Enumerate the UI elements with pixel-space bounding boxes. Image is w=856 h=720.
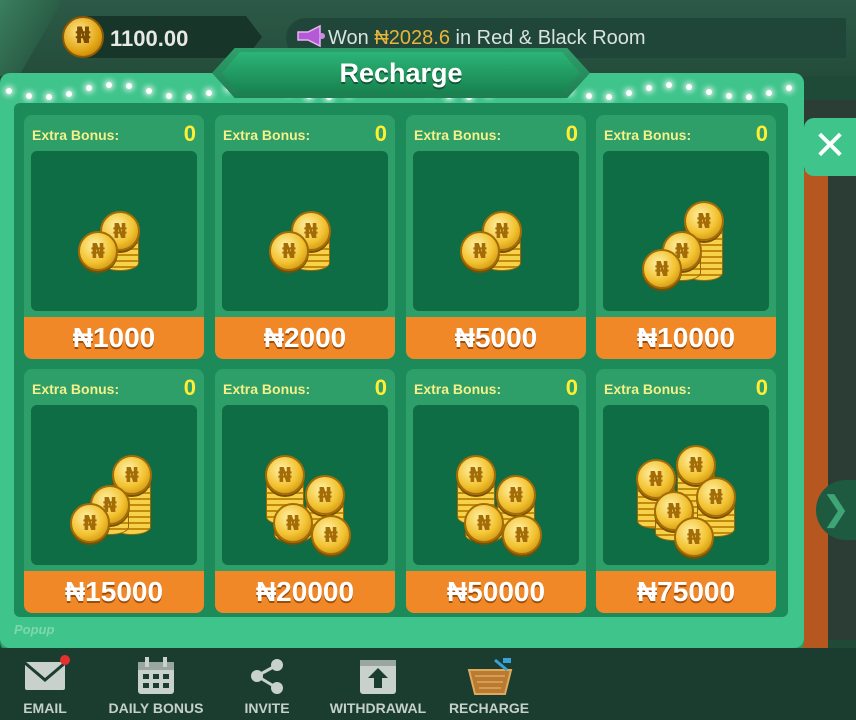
- recharge-card[interactable]: Extra Bonus: 0 ₦ ₦ ₦ ₦ ₦ ₦75000: [596, 369, 776, 613]
- price-button[interactable]: ₦15000: [24, 571, 204, 613]
- megaphone-icon: [296, 24, 328, 50]
- coin-stack-icon: ₦ ₦ ₦: [31, 405, 197, 565]
- price-button[interactable]: ₦75000: [596, 571, 776, 613]
- recharge-card[interactable]: Extra Bonus: 0 ₦ ₦ ₦ ₦ ₦50000: [406, 369, 586, 613]
- popup-title: Recharge: [339, 58, 463, 88]
- extra-bonus-label: Extra Bonus:: [32, 127, 120, 143]
- price-button[interactable]: ₦10000: [596, 317, 776, 359]
- coin-stack-icon: ₦ ₦ ₦ ₦: [413, 405, 579, 565]
- nav-withdrawal[interactable]: WITHDRAWAL: [318, 648, 438, 720]
- recharge-card[interactable]: Extra Bonus: 0 ₦ ₦ ₦ ₦ ₦20000: [215, 369, 395, 613]
- extra-bonus-value: 0: [374, 375, 387, 400]
- coin-stack-icon: ₦ ₦ ₦ ₦ ₦: [603, 405, 769, 565]
- nav-label: INVITE: [244, 700, 290, 716]
- nav-daily-bonus[interactable]: DAILY BONUS: [96, 648, 216, 720]
- basket-icon: [465, 656, 513, 696]
- coin-stack-icon: ₦ ₦ ₦: [603, 151, 769, 311]
- extra-bonus-label: Extra Bonus:: [604, 127, 692, 143]
- extra-bonus-value: 0: [183, 121, 196, 146]
- extra-bonus-value: 0: [755, 121, 768, 146]
- extra-bonus-value: 0: [374, 121, 387, 146]
- extra-bonus-label: Extra Bonus:: [414, 381, 502, 397]
- price-button[interactable]: ₦20000: [215, 571, 395, 613]
- announcement-text: Won ₦2028.6 in Red & Black Room: [328, 27, 646, 49]
- naira-coin-icon: ₦: [62, 16, 104, 58]
- background-room-panel: ❯: [800, 100, 856, 660]
- withdraw-icon: [356, 656, 400, 696]
- nav-label: WITHDRAWAL: [329, 700, 427, 716]
- extra-bonus-label: Extra Bonus:: [32, 381, 120, 397]
- extra-bonus-label: Extra Bonus:: [223, 381, 311, 397]
- extra-bonus-value: 0: [565, 121, 578, 146]
- price-button[interactable]: ₦50000: [406, 571, 586, 613]
- recharge-card[interactable]: Extra Bonus: 0 ₦ ₦ ₦ ₦10000: [596, 115, 776, 359]
- nav-label: EMAIL: [23, 700, 67, 716]
- nav-label: RECHARGE: [448, 700, 530, 716]
- coin-stack-icon: ₦ ₦: [413, 151, 579, 311]
- popup-watermark: Popup: [14, 622, 55, 637]
- nav-label: DAILY BONUS: [108, 700, 204, 716]
- price-button[interactable]: ₦5000: [406, 317, 586, 359]
- recharge-card[interactable]: Extra Bonus: 0 ₦ ₦ ₦2000: [215, 115, 395, 359]
- extra-bonus-value: 0: [183, 375, 196, 400]
- extra-bonus-value: 0: [755, 375, 768, 400]
- extra-bonus-value: 0: [565, 375, 578, 400]
- notification-badge: [60, 655, 70, 665]
- extra-bonus-label: Extra Bonus:: [414, 127, 502, 143]
- recharge-card[interactable]: Extra Bonus: 0 ₦ ₦ ₦ ₦15000: [24, 369, 204, 613]
- price-button[interactable]: ₦2000: [215, 317, 395, 359]
- menu-corner[interactable]: [0, 0, 60, 76]
- recharge-card[interactable]: Extra Bonus: 0 ₦ ₦ ₦5000: [406, 115, 586, 359]
- extra-bonus-label: Extra Bonus:: [223, 127, 311, 143]
- nav-email[interactable]: EMAIL: [0, 648, 105, 720]
- coin-stack-icon: ₦ ₦: [31, 151, 197, 311]
- balance-value: 1100.00: [110, 26, 189, 51]
- recharge-card[interactable]: Extra Bonus: 0 ₦ ₦ ₦1000: [24, 115, 204, 359]
- coin-stack-icon: ₦ ₦: [222, 151, 388, 311]
- share-icon: [245, 656, 289, 696]
- calendar-icon: [134, 656, 178, 696]
- price-button[interactable]: ₦1000: [24, 317, 204, 359]
- nav-invite[interactable]: INVITE: [207, 648, 327, 720]
- coin-stack-icon: ₦ ₦ ₦ ₦: [222, 405, 388, 565]
- close-button[interactable]: ✕: [804, 118, 856, 176]
- nav-recharge[interactable]: RECHARGE: [429, 648, 549, 720]
- extra-bonus-label: Extra Bonus:: [604, 381, 692, 397]
